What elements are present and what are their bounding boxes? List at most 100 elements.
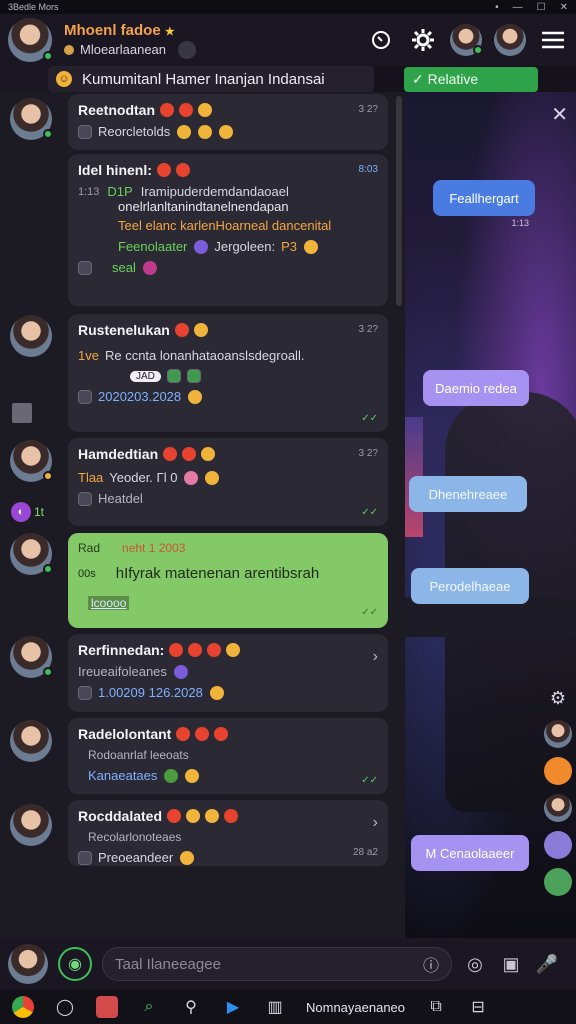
reaction-icon[interactable]: [186, 369, 201, 383]
quote-line: Jergoleen:: [214, 239, 276, 254]
chat-message[interactable]: Rustenelukan 3 2? 1ve Re ccnta lonanhatao…: [68, 314, 388, 432]
search-icon[interactable]: ⚲: [180, 996, 202, 1018]
chat-message[interactable]: Rocddalated › Recolarlonoteaes Preoeande…: [68, 800, 388, 866]
menu-icon[interactable]: [538, 25, 568, 55]
emoji-icon: [188, 389, 203, 404]
screenshot-icon[interactable]: ⧉: [425, 996, 447, 1018]
message-avatar[interactable]: [10, 98, 53, 140]
message-composer: ◉ Taal Ilaneeagee ⓘ ◎ ▣ 🎤: [0, 938, 576, 990]
scrollbar[interactable]: [396, 96, 402, 306]
emoji-icon: [169, 643, 184, 657]
contact-name[interactable]: Mhoenl fadoe ★: [64, 22, 354, 39]
panel-bubble[interactable]: Perodelhaeae: [411, 568, 529, 604]
reaction-icon[interactable]: [166, 369, 181, 383]
quote-tag: D1P: [107, 184, 133, 199]
own-message[interactable]: Rad neht 1 2003 00s hIfyrak matenenan aren…: [68, 533, 388, 628]
pinned-banner[interactable]: ☺ Kumumitanl Hamer Inanjan Indansai: [48, 66, 374, 92]
chat-message[interactable]: Reetnodtan 3 2? Reorcletolds: [68, 94, 388, 150]
message-link[interactable]: lcoooo: [88, 596, 130, 610]
participant-avatar[interactable]: [544, 868, 572, 896]
read-ticks-icon: ✓✓: [361, 413, 378, 424]
message-avatar[interactable]: [10, 440, 53, 482]
online-indicator: [473, 45, 483, 55]
chat-message[interactable]: Radelolontant Rodoanrlaf leeoats Kanaeat…: [68, 718, 388, 794]
bubble-text: Perodelhaeae: [429, 578, 511, 594]
sticker-icon[interactable]: ◎: [462, 951, 488, 977]
chat-bubble-icon[interactable]: ◯: [54, 996, 76, 1018]
message-date: 2020203.2028: [98, 389, 182, 404]
contact-avatar[interactable]: [450, 24, 483, 56]
emoji-icon: [198, 103, 212, 117]
panel-bubble[interactable]: Dhenehreaee: [409, 476, 527, 512]
chat-message[interactable]: Hamdedtian 3 2? Tlaa Yeoder. Γl 0 Heatdel…: [68, 438, 388, 526]
phone-search-icon[interactable]: [366, 25, 396, 55]
bubble-text: M Cenaolaaeer: [425, 845, 515, 861]
emoji-icon: [186, 809, 201, 823]
message-text: Ireueaifoleanes: [78, 664, 167, 679]
input-info-icon[interactable]: ⓘ: [423, 952, 439, 976]
voice-record-icon[interactable]: ◉: [58, 947, 92, 981]
settings-gear-icon[interactable]: [408, 25, 438, 55]
message-avatar[interactable]: [10, 720, 52, 762]
online-indicator: [43, 51, 53, 61]
attachment-icon: [78, 685, 92, 700]
status-indicator: [43, 471, 53, 481]
profile-avatar[interactable]: [494, 24, 526, 56]
quote-time: 8:03: [358, 164, 378, 175]
sender-name: Rocddalated: [78, 808, 378, 824]
minimize-button[interactable]: —: [513, 2, 523, 13]
phone-icon[interactable]: ▥: [264, 996, 286, 1018]
window-titlebar: 3Bedle Mors • — ☐ ✕: [0, 0, 576, 14]
attachment-icon: [78, 260, 92, 275]
composer-avatar[interactable]: [8, 944, 48, 984]
emoji-icon: [179, 103, 193, 117]
attachment-button-icon[interactable]: ▣: [498, 951, 524, 977]
microphone-icon[interactable]: 🎤: [534, 951, 560, 977]
header-avatar[interactable]: [8, 18, 53, 62]
message-avatar[interactable]: [10, 804, 52, 846]
message-text: hIfyrak matenenan arentibsrah: [115, 565, 320, 582]
participant-avatar[interactable]: [544, 794, 572, 822]
quoted-message[interactable]: Idel hinenl: 8:03 1:13 D1P Iramipuderdemda…: [68, 154, 388, 306]
chevron-right-icon[interactable]: ›: [373, 814, 378, 832]
panel-bubble[interactable]: Feallhergart 1:13: [433, 180, 535, 228]
participant-avatar[interactable]: [544, 757, 572, 785]
taskbar: ◯ ⌕ ⚲ ▶ ▥ Nomnayaenaneo ⧉ ⊟: [0, 990, 576, 1024]
emoji-icon: [176, 727, 191, 741]
notification-badge-icon[interactable]: ◐: [11, 502, 31, 522]
attachment-icon: [78, 389, 92, 404]
panel-bubble[interactable]: Daemio redea: [423, 370, 529, 406]
chevron-right-icon[interactable]: ›: [373, 648, 378, 666]
message-time: 28 a2: [352, 847, 378, 858]
photos-icon[interactable]: [96, 996, 118, 1018]
send-arrow-icon[interactable]: ▶: [222, 996, 244, 1018]
message-input-placeholder: Taal Ilaneeagee: [115, 955, 221, 973]
emoji-icon: [177, 124, 192, 139]
maximize-button[interactable]: ☐: [537, 2, 546, 13]
participant-avatar[interactable]: [544, 720, 572, 748]
message-badge: Tlaa: [78, 470, 104, 485]
chat-message[interactable]: Rerfinnedan: › Ireueaifoleanes 1.00209 1…: [68, 634, 388, 712]
message-pill[interactable]: JAD: [130, 370, 161, 382]
emoji-icon: [173, 664, 188, 679]
quote-tag: P3: [281, 239, 298, 254]
attachment-icon: [78, 850, 92, 865]
panel-bubble[interactable]: M Cenaolaaeer: [411, 835, 529, 871]
message-avatar[interactable]: [10, 533, 53, 575]
emoji-icon: [174, 323, 189, 337]
notifications-icon[interactable]: ⊟: [467, 996, 489, 1018]
folder-icon[interactable]: [12, 403, 32, 423]
rail-settings-icon[interactable]: ⚙: [545, 685, 571, 711]
browser-icon[interactable]: [12, 996, 34, 1018]
close-icon[interactable]: ✕: [551, 102, 568, 127]
info-icon[interactable]: [178, 40, 197, 59]
emoji-icon: [167, 809, 182, 823]
message-avatar[interactable]: [10, 636, 53, 678]
bubble-timestamp: 1:13: [511, 218, 529, 228]
close-window-button[interactable]: ✕: [560, 2, 568, 13]
participant-avatar[interactable]: [544, 831, 572, 859]
search-app-icon[interactable]: ⌕: [138, 996, 160, 1018]
message-avatar[interactable]: [10, 315, 52, 357]
message-input[interactable]: Taal Ilaneeagee ⓘ: [102, 947, 452, 981]
relative-button[interactable]: ✓ Relative: [404, 67, 538, 92]
